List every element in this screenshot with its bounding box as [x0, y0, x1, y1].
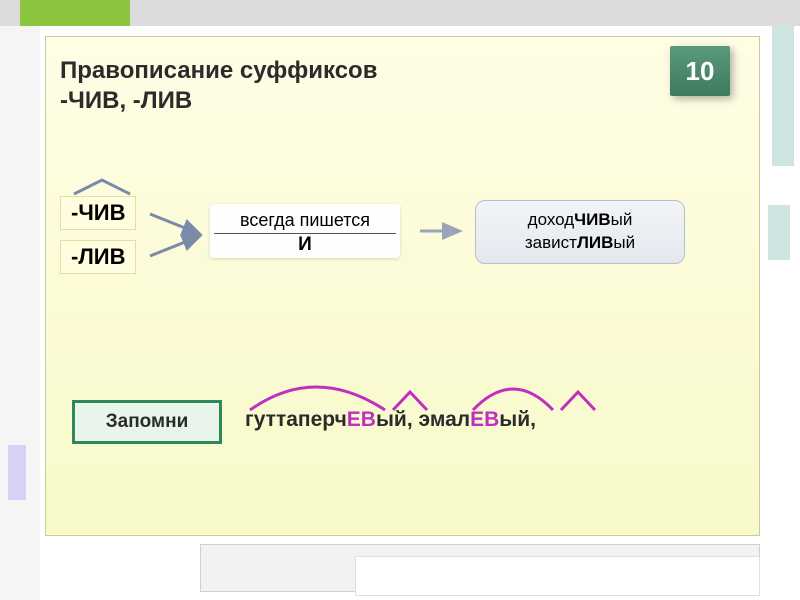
- slide-number-badge: 10: [670, 46, 730, 96]
- ex2-pre: завист: [525, 233, 577, 252]
- examples-box: доходЧИВый завистЛИВый: [475, 200, 685, 264]
- ex1-pre: доход: [528, 210, 575, 229]
- exceptions-row: гуттаперчЕВый, эмалЕВый,: [245, 408, 536, 432]
- suffix-liv: -ЛИВ: [60, 240, 136, 274]
- exc1-pre: гуттаперч: [245, 408, 347, 431]
- title-line1: Правописание суффиксов: [60, 56, 377, 86]
- suffix-roof-icon: [72, 178, 132, 196]
- bottom-strip-inner: [355, 556, 760, 596]
- rule-box: всегда пишется И: [210, 204, 400, 258]
- green-accent-block: [20, 0, 130, 26]
- exc-tail: ,: [530, 408, 536, 431]
- remember-box: Запомни: [72, 400, 222, 444]
- arrow-merge-icon: [148, 206, 206, 271]
- left-margin: [0, 26, 40, 600]
- suffix-column: -ЧИВ -ЛИВ: [60, 178, 136, 284]
- rule-text-top: всегда пишется: [214, 210, 396, 231]
- rule-emphasis: И: [214, 233, 396, 256]
- slide-number-text: 10: [686, 56, 715, 87]
- example-word-1: доходЧИВый: [480, 209, 680, 232]
- slide-title: Правописание суффиксов -ЧИВ, -ЛИВ: [60, 56, 377, 116]
- ex2-suffix: ЛИВ: [577, 233, 613, 252]
- exc-sep: ,: [407, 408, 419, 431]
- exc1-ev: ЕВ: [347, 408, 376, 431]
- exc1-end: ый: [376, 408, 407, 431]
- example-word-2: завистЛИВый: [480, 232, 680, 255]
- left-lavender-block: [8, 445, 26, 500]
- ex1-end: ый: [611, 210, 633, 229]
- exc2-pre: эмал: [419, 408, 471, 431]
- title-line2: -ЧИВ, -ЛИВ: [60, 86, 377, 116]
- right-teal-block-mid: [768, 205, 790, 260]
- morpheme-arcs: [245, 370, 675, 410]
- ex2-end: ый: [613, 233, 635, 252]
- exc2-end: ый: [499, 408, 530, 431]
- remember-label: Запомни: [106, 411, 189, 433]
- right-teal-block-top: [772, 26, 794, 166]
- ex1-suffix: ЧИВ: [574, 210, 610, 229]
- arrow-right-icon: [418, 222, 466, 245]
- suffix-chiv: -ЧИВ: [60, 196, 136, 230]
- exc2-ev: ЕВ: [470, 408, 499, 431]
